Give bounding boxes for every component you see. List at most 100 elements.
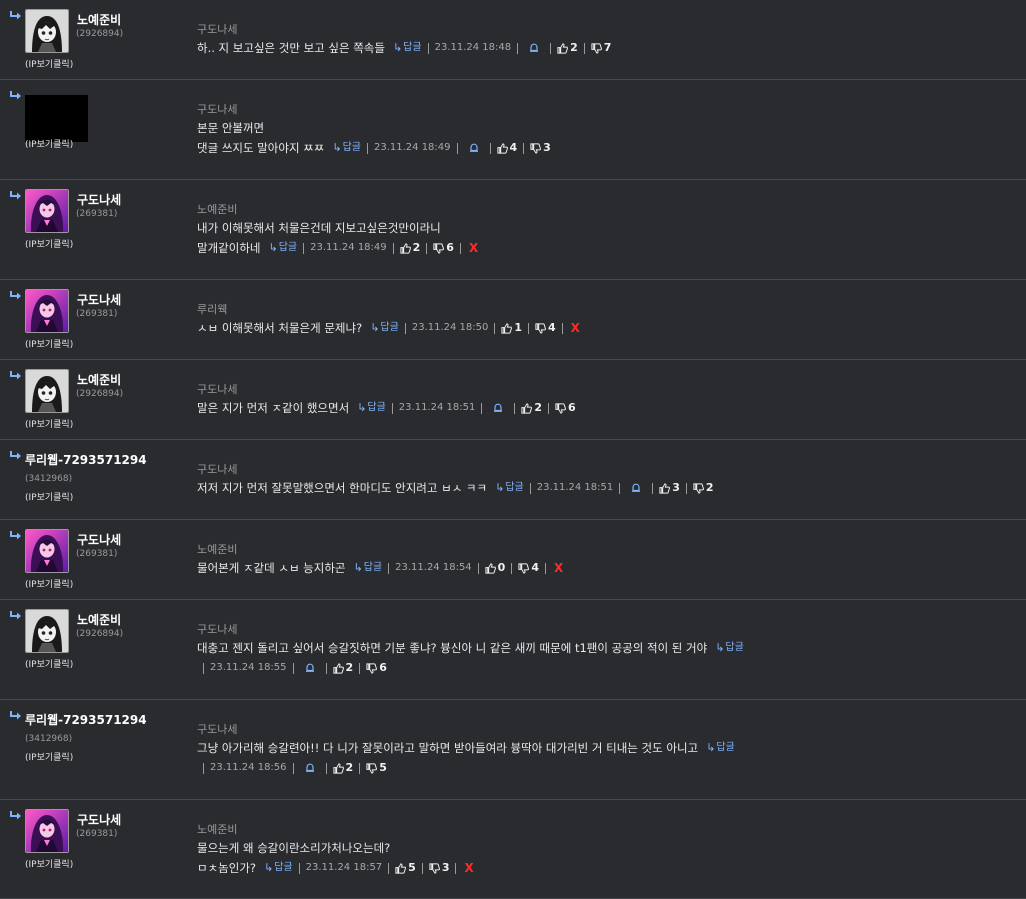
ip-view-link[interactable]: (IP보기클릭) <box>25 337 73 350</box>
like-count: 2 <box>570 41 578 54</box>
icon-graphic <box>26 810 68 852</box>
delete-icon[interactable]: X <box>554 558 563 578</box>
user-avatar[interactable] <box>25 369 69 413</box>
dislike-button[interactable]: 4 <box>518 558 539 578</box>
dislike-button[interactable]: 2 <box>693 478 714 498</box>
like-button[interactable]: 0 <box>485 558 505 578</box>
reply-button[interactable]: ↳ 답글 <box>354 558 383 578</box>
separator <box>388 862 390 874</box>
dislike-button[interactable]: 6 <box>433 238 454 258</box>
comment-body: 루리웩 ㅅㅂ 이해못해서 처물은게 문제냐? ↳ 답글 23.11.24 18:50 1 4… <box>197 302 1017 338</box>
user-nickname[interactable]: 노예준비 <box>77 371 121 388</box>
user-nickname[interactable]: 구도나세 <box>77 531 121 548</box>
icon-graphic <box>10 531 21 540</box>
like-button[interactable]: 2 <box>400 238 420 258</box>
dislike-button[interactable]: 3 <box>429 858 449 878</box>
bell-icon[interactable] <box>305 663 315 673</box>
ip-view-link[interactable]: (IP보기클릭) <box>25 137 73 150</box>
comment-text: 물으는게 왜 승갈이란소리가처나오는데? <box>197 841 391 855</box>
separator <box>426 242 428 254</box>
ip-view-link[interactable]: (IP보기클릭) <box>25 857 73 870</box>
separator <box>547 402 549 414</box>
like-button[interactable]: 5 <box>395 858 416 878</box>
reply-arrow-icon: ↳ <box>495 481 505 494</box>
like-button[interactable]: 1 <box>501 318 522 338</box>
delete-icon[interactable]: X <box>571 318 580 338</box>
reply-button[interactable]: ↳ 답글 <box>268 238 297 258</box>
comment-date: 23.11.24 18:55 <box>210 662 287 673</box>
reply-button[interactable]: ↳ 답글 <box>495 478 524 498</box>
comment-date: 23.11.24 18:57 <box>305 862 383 873</box>
reply-button[interactable]: ↳ 답글 <box>715 638 744 658</box>
reply-button[interactable]: ↳ 답글 <box>706 738 735 758</box>
bell-icon[interactable] <box>631 483 641 493</box>
ip-view-link[interactable]: (IP보기클릭) <box>25 57 73 70</box>
reply-button[interactable]: ↳ 답글 <box>332 138 361 158</box>
user-nickname[interactable]: 구도나세 <box>77 291 121 308</box>
icon-graphic <box>10 291 21 300</box>
user-avatar[interactable] <box>25 529 69 573</box>
delete-icon[interactable]: X <box>469 238 478 258</box>
icon-graphic <box>395 862 407 874</box>
delete-icon[interactable]: X <box>464 858 473 878</box>
comment-text-line: 물으는게 왜 승갈이란소리가처나오는데? <box>197 838 1017 858</box>
like-button[interactable]: 2 <box>557 38 578 58</box>
like-button[interactable]: 2 <box>521 398 542 418</box>
like-button[interactable]: 2 <box>332 658 354 678</box>
comment-text-line: 저저 지가 먼저 잘못말했으면서 한마디도 안지려고 ㅂㅅ ㅋㅋ ↳ 답글 23.11… <box>197 478 1017 498</box>
ip-view-link[interactable]: (IP보기클릭) <box>25 237 73 250</box>
like-button[interactable]: 2 <box>332 758 354 778</box>
like-button[interactable]: 3 <box>659 478 680 498</box>
reply-button[interactable]: ↳ 답글 <box>370 318 399 338</box>
dislike-button[interactable]: 4 <box>535 318 556 338</box>
ip-view-link[interactable]: (IP보기클릭) <box>25 490 73 503</box>
dislike-button[interactable]: 5 <box>366 758 387 778</box>
comment-text: 댓글 쓰지도 말아야지 ㅉㅉ <box>197 141 325 155</box>
user-nickname[interactable]: 노예준비 <box>77 11 121 28</box>
comment-date: 23.11.24 18:49 <box>310 242 387 253</box>
dislike-button[interactable]: 6 <box>366 658 387 678</box>
bell-icon[interactable] <box>529 43 539 53</box>
ip-view-link[interactable]: (IP보기클릭) <box>25 750 73 763</box>
dislike-button[interactable]: 6 <box>555 398 576 418</box>
dislike-count: 5 <box>379 761 387 774</box>
user-avatar[interactable] <box>25 9 69 53</box>
comment-list: 노예준비 (2926894) (IP보기클릭) 구도나세 하.. 지 보고싶은 것만 보… <box>0 0 1026 899</box>
user-avatar[interactable] <box>25 189 69 233</box>
separator <box>489 142 491 154</box>
like-button[interactable]: 4 <box>496 138 518 158</box>
comment-meta: 23.11.24 18:56 2 5 <box>197 758 1017 778</box>
user-avatar[interactable] <box>25 289 69 333</box>
dislike-button[interactable]: 3 <box>530 138 551 158</box>
icon-graphic <box>521 402 533 414</box>
comment-text-line: ㅅㅂ 이해못해서 처물은게 문제냐? ↳ 답글 23.11.24 18:50 1 4 X <box>197 318 1017 338</box>
comment-text-line: 내가 이해못해서 처물은건데 지보고싶은것만이라니 <box>197 218 1017 238</box>
ip-view-link[interactable]: (IP보기클릭) <box>25 657 73 670</box>
user-id: (269381) <box>76 549 118 559</box>
bell-icon[interactable] <box>305 763 315 773</box>
bell-icon[interactable] <box>493 403 503 413</box>
reply-button[interactable]: ↳ 답글 <box>357 398 386 418</box>
reply-label: 답글 <box>725 642 744 653</box>
ip-view-link[interactable]: (IP보기클릭) <box>25 577 73 590</box>
user-avatar[interactable] <box>25 95 88 142</box>
user-id: (2926894) <box>76 389 124 399</box>
dislike-button[interactable]: 7 <box>591 38 611 58</box>
user-nickname[interactable]: 구도나세 <box>77 191 121 208</box>
user-nickname[interactable]: 구도나세 <box>77 811 121 828</box>
like-count: 2 <box>345 661 354 674</box>
like-count: 4 <box>509 141 518 154</box>
user-nickname[interactable]: 루리웹-7293571294 <box>25 711 147 728</box>
icon-graphic <box>26 290 68 332</box>
reply-button[interactable]: ↳ 답글 <box>393 38 422 58</box>
reply-button[interactable]: ↳ 답글 <box>264 858 293 878</box>
icon-graphic <box>332 662 344 674</box>
ip-view-link[interactable]: (IP보기클릭) <box>25 417 73 430</box>
dislike-count: 6 <box>567 401 576 414</box>
user-nickname[interactable]: 루리웹-7293571294 <box>25 451 147 468</box>
user-nickname[interactable]: 노예준비 <box>77 611 121 628</box>
like-count: 2 <box>345 761 354 774</box>
bell-icon[interactable] <box>469 143 479 153</box>
user-avatar[interactable] <box>25 609 69 653</box>
user-avatar[interactable] <box>25 809 69 853</box>
